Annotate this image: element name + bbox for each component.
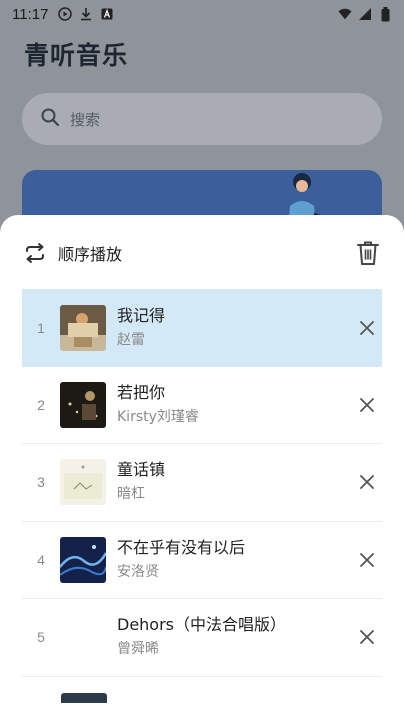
album-cover <box>60 536 106 583</box>
row-index: 2 <box>37 396 45 413</box>
row-index: 1 <box>37 319 45 336</box>
status-time: 11:17 <box>12 5 49 23</box>
search-icon <box>40 107 60 131</box>
row-index: 4 <box>37 551 45 568</box>
download-icon <box>79 7 93 21</box>
row-index: 5 <box>37 629 45 646</box>
playlist: 1 我记得 赵雷 2 若把你 Kirsty刘瑾睿 3 童话镇 暗杠 4 不在乎有… <box>22 289 382 677</box>
playlist-row[interactable]: 5 Dehors（中法合唱版） 曾舜晞 <box>22 599 382 677</box>
album-cover <box>61 693 107 703</box>
song-artist: 赵雷 <box>117 331 145 348</box>
close-icon[interactable] <box>356 626 378 648</box>
playlist-row[interactable]: 3 童话镇 暗杠 <box>22 444 382 522</box>
song-title: 童话镇 <box>117 460 166 480</box>
album-cover <box>60 381 106 428</box>
close-icon[interactable] <box>356 317 378 339</box>
song-artist: 曾舜晞 <box>117 641 159 658</box>
song-title: 我记得 <box>117 305 166 325</box>
playlist-sheet: 顺序播放 1 我记得 赵雷 2 若把你 Kirsty刘瑾睿 3 童话镇 暗杠 4… <box>0 215 404 720</box>
playlist-row[interactable]: 2 若把你 Kirsty刘瑾睿 <box>22 367 382 444</box>
signal-icon <box>358 7 372 21</box>
trash-icon[interactable] <box>354 239 382 267</box>
song-artist: 暗杠 <box>117 486 145 503</box>
row-index: 3 <box>37 474 45 491</box>
repeat-icon[interactable] <box>22 240 48 266</box>
album-cover <box>60 459 106 506</box>
song-artist: 安洛贤 <box>117 563 159 580</box>
close-icon[interactable] <box>356 471 378 493</box>
album-cover <box>60 614 106 660</box>
status-bar: 11:17 <box>0 0 404 28</box>
app-title: 青听音乐 <box>24 41 129 70</box>
close-icon[interactable] <box>356 394 378 416</box>
album-cover <box>60 304 106 351</box>
song-title: Dehors（中法合唱版） <box>117 615 287 635</box>
battery-icon <box>378 6 392 21</box>
play-mode-label[interactable]: 顺序播放 <box>58 241 122 265</box>
play-circle-icon <box>58 7 73 21</box>
sheet-header: 顺序播放 <box>0 215 404 291</box>
song-title: 不在乎有没有以后 <box>117 537 246 557</box>
app-a-icon <box>100 7 114 21</box>
song-title: 若把你 <box>117 382 166 402</box>
playlist-row[interactable]: 4 不在乎有没有以后 安洛贤 <box>22 522 382 599</box>
playlist-row[interactable]: 1 我记得 赵雷 <box>22 289 382 367</box>
close-icon[interactable] <box>356 549 378 571</box>
search-bar[interactable]: 搜索 <box>22 93 382 145</box>
search-placeholder: 搜索 <box>70 110 101 129</box>
song-artist: Kirsty刘瑾睿 <box>117 408 199 425</box>
wifi-icon <box>338 7 352 21</box>
